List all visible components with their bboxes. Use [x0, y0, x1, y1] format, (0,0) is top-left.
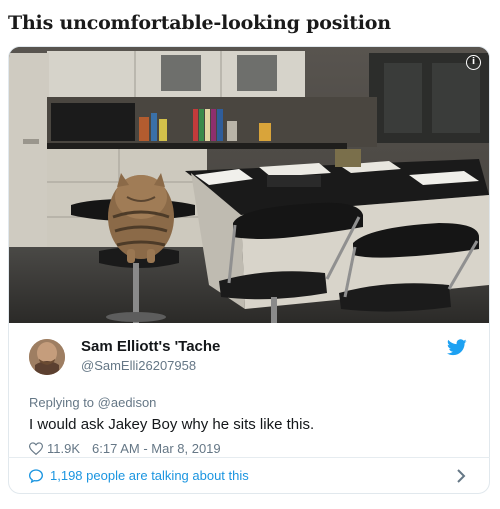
- avatar[interactable]: [29, 339, 65, 375]
- tweet-text: I would ask Jakey Boy why he sits like t…: [29, 416, 315, 433]
- like-count[interactable]: 11.9K: [47, 441, 80, 456]
- speech-bubble-icon: [28, 469, 44, 484]
- replying-to: Replying to @aedison: [29, 395, 156, 410]
- embedded-tweet-card[interactable]: i Sam Elliott's 'Tache @SamElli26207958 …: [8, 46, 490, 494]
- article-headline: This uncomfortable-looking position: [8, 12, 391, 34]
- conversation-count-text[interactable]: 1,198 people are talking about this: [50, 468, 249, 483]
- tweet-timestamp[interactable]: 6:17 AM - Mar 8, 2019: [92, 441, 221, 456]
- tweet-meta: 11.9K 6:17 AM - Mar 8, 2019: [29, 441, 221, 456]
- replying-prefix: Replying to: [29, 395, 95, 410]
- info-icon[interactable]: i: [466, 55, 481, 70]
- replying-to-link[interactable]: @aedison: [98, 395, 157, 410]
- kitchen-cat-photo: [9, 47, 489, 323]
- twitter-bird-icon[interactable]: [447, 339, 467, 356]
- user-handle[interactable]: @SamElli26207958: [81, 358, 196, 373]
- chevron-right-icon[interactable]: [456, 468, 466, 484]
- conversation-link[interactable]: 1,198 people are talking about this: [8, 458, 490, 494]
- display-name[interactable]: Sam Elliott's 'Tache: [81, 338, 220, 355]
- tweet-photo[interactable]: i: [9, 47, 489, 323]
- heart-icon[interactable]: [29, 442, 43, 455]
